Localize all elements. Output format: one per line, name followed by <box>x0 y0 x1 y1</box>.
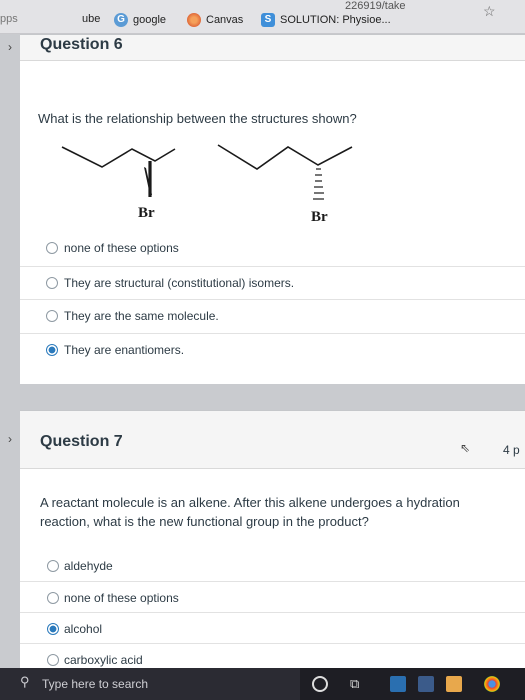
q6-answer-4[interactable]: They are enantiomers. <box>20 333 525 365</box>
q6-answer-1-label: none of these options <box>64 241 179 255</box>
q6-radio-3[interactable] <box>46 310 58 322</box>
s-logo-icon: S <box>261 13 275 27</box>
bookmark-google[interactable]: G google <box>114 13 166 27</box>
q7-answer-3[interactable]: alcohol <box>20 612 525 644</box>
bookmark-youtube-label: ube <box>82 13 101 25</box>
bookmark-canvas-label: Canvas <box>206 14 244 26</box>
bookmark-youtube[interactable]: ube <box>82 13 100 25</box>
q7-answer-1-label: aldehyde <box>64 559 113 573</box>
bookmark-star-icon[interactable]: ☆ <box>483 3 496 20</box>
left-br-label: Br <box>138 205 155 221</box>
task-view-icon[interactable]: ⧉ <box>350 676 366 692</box>
bookmark-google-label: google <box>133 14 167 26</box>
cursor-icon: ⇖ <box>460 441 471 455</box>
bookmark-apps[interactable]: pps <box>0 13 18 25</box>
browser-top-bar: 226919/take ☆ pps ube G google Canvas S … <box>0 0 525 34</box>
google-icon: G <box>114 13 128 27</box>
q6-answer-4-label: They are enantiomers. <box>64 343 185 357</box>
right-br-label: Br <box>311 209 328 225</box>
mail-icon[interactable] <box>390 676 406 692</box>
search-icon: ⚲ <box>20 674 30 689</box>
q7-radio-2[interactable] <box>47 592 59 604</box>
q7-answer-3-label: alcohol <box>64 622 103 636</box>
question-7-title: Question 7 <box>40 433 123 450</box>
q6-answer-1[interactable]: none of these options <box>20 232 525 264</box>
q6-answer-2[interactable]: They are structural (constitutional) iso… <box>20 266 525 298</box>
q7-radio-4[interactable] <box>47 654 59 666</box>
q7-answer-2-label: none of these options <box>64 591 179 605</box>
q7-answer-2[interactable]: none of these options <box>20 581 525 613</box>
q6-radio-4-selected[interactable] <box>46 344 58 356</box>
q6-answer-3[interactable]: They are the same molecule. <box>20 299 525 331</box>
chrome-icon[interactable] <box>484 676 500 692</box>
calendar-icon[interactable] <box>418 676 434 692</box>
canvas-icon <box>187 13 201 27</box>
right-molecule: Br <box>217 144 353 225</box>
q7-answer-1[interactable]: aldehyde <box>20 550 525 582</box>
left-molecule: Br <box>61 146 176 221</box>
bookmark-solution[interactable]: S SOLUTION: Physioe... <box>261 13 391 27</box>
taskbar-search[interactable]: ⚲ Type here to search <box>0 668 300 700</box>
windows-taskbar: ⚲ Type here to search ⧉ <box>0 668 525 700</box>
taskbar-search-placeholder: Type here to search <box>42 677 149 691</box>
q6-answer-3-label: They are the same molecule. <box>64 309 219 323</box>
cortana-icon[interactable] <box>312 676 328 692</box>
question-6-header: Question 6 <box>20 35 525 61</box>
bookmark-canvas[interactable]: Canvas <box>187 13 243 27</box>
q7-radio-1[interactable] <box>47 560 59 572</box>
question-6-card: Question 6 What is the relationship betw… <box>20 34 525 384</box>
question-7-card: Question 7 ⇖ 4 p A reactant molecule is … <box>20 410 525 668</box>
bookmark-apps-label: pps <box>0 13 18 25</box>
collapse-chevron-icon-2[interactable]: › <box>8 432 12 446</box>
question-6-title: Question 6 <box>40 36 123 53</box>
question-7-text: A reactant molecule is an alkene. After … <box>40 495 460 529</box>
bookmark-solution-label: SOLUTION: Physioe... <box>280 14 391 26</box>
collapse-chevron-icon[interactable]: › <box>8 40 12 54</box>
question-7-points: 4 p <box>503 443 520 457</box>
q6-answer-2-label: They are structural (constitutional) iso… <box>64 276 295 290</box>
q6-radio-1[interactable] <box>46 242 58 254</box>
q6-radio-2[interactable] <box>46 277 58 289</box>
url-fragment[interactable]: 226919/take <box>345 0 406 12</box>
q7-radio-3-selected[interactable] <box>47 623 59 635</box>
q7-answer-4-label: carboxylic acid <box>64 653 143 667</box>
folder-icon[interactable] <box>446 676 462 692</box>
question-7-header: Question 7 ⇖ 4 p <box>20 411 525 469</box>
